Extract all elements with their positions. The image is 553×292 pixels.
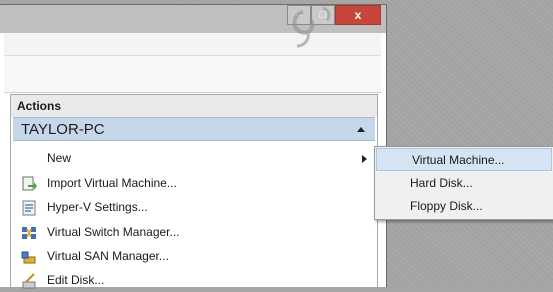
action-virtual-san-manager[interactable]: Virtual SAN Manager... xyxy=(11,245,377,268)
actions-pane: Actions TAYLOR-PC New Import Virtual Mac… xyxy=(10,94,378,289)
action-hyper-v-settings[interactable]: Hyper-V Settings... xyxy=(11,196,377,219)
new-submenu: Virtual Machine... Hard Disk... Floppy D… xyxy=(374,146,553,220)
virtual-san-icon xyxy=(21,251,36,264)
actions-pane-header: Actions xyxy=(11,95,377,117)
collapse-arrow-icon[interactable] xyxy=(357,127,365,132)
toolbar xyxy=(4,56,381,93)
close-icon: x xyxy=(354,8,362,22)
submenu-item-hard-disk[interactable]: Hard Disk... xyxy=(375,172,553,195)
submenu-arrow-icon xyxy=(362,155,367,163)
action-new[interactable]: New xyxy=(11,147,377,170)
edit-disk-icon xyxy=(22,273,36,289)
action-label: Virtual SAN Manager... xyxy=(47,249,169,263)
action-import-virtual-machine[interactable]: Import Virtual Machine... xyxy=(11,172,377,195)
action-edit-disk[interactable]: Edit Disk... xyxy=(11,269,377,292)
submenu-item-floppy-disk[interactable]: Floppy Disk... xyxy=(375,195,553,218)
action-label: Edit Disk... xyxy=(47,273,105,287)
watermark-logo xyxy=(292,6,331,48)
settings-icon xyxy=(22,200,36,216)
action-virtual-switch-manager[interactable]: Virtual Switch Manager... xyxy=(11,221,377,244)
action-label: New xyxy=(47,151,72,165)
virtual-switch-icon xyxy=(22,227,36,239)
host-name: TAYLOR-PC xyxy=(21,121,105,138)
host-group-header[interactable]: TAYLOR-PC xyxy=(13,117,375,141)
import-vm-icon xyxy=(22,176,37,191)
action-label: Virtual Switch Manager... xyxy=(47,225,180,239)
action-label: Import Virtual Machine... xyxy=(47,176,177,190)
submenu-item-virtual-machine[interactable]: Virtual Machine... xyxy=(376,148,552,171)
action-label: Hyper-V Settings... xyxy=(47,200,148,214)
